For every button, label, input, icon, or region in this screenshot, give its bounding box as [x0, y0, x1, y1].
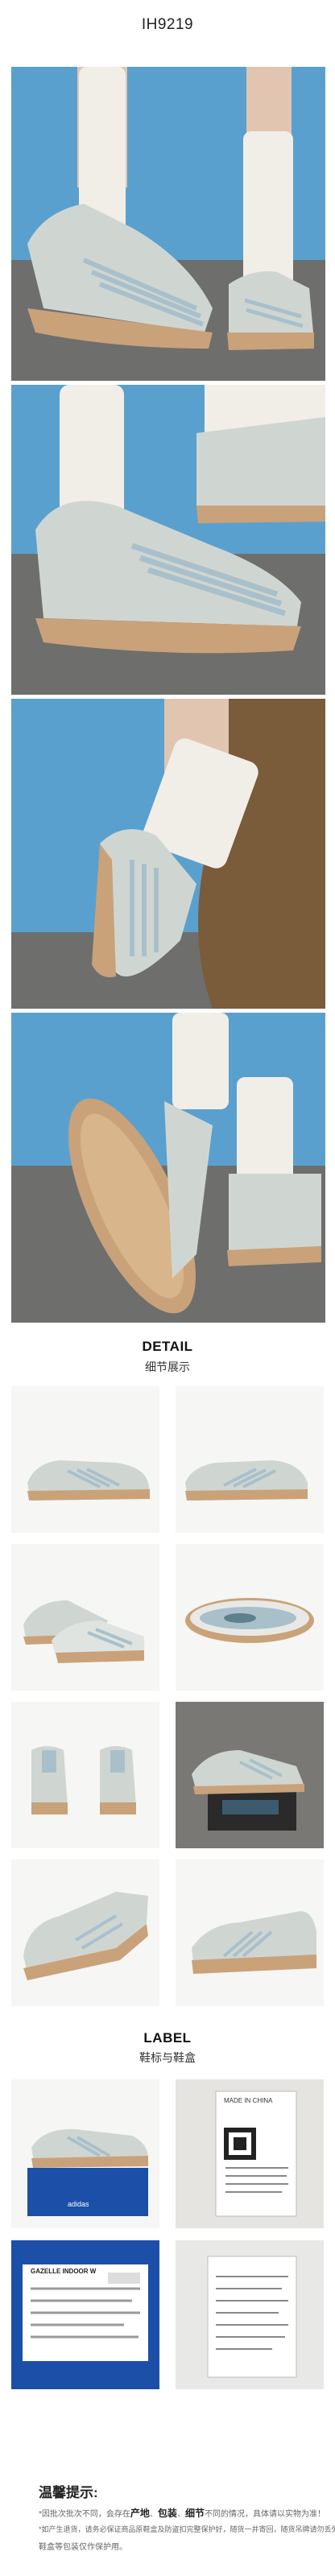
label-image-box-label: GAZELLE INDOOR W — [11, 2240, 159, 2389]
label-image-box-top: adidas — [11, 2079, 159, 2228]
product-photo-1 — [11, 67, 325, 381]
label-image-tongue-tag: MADE IN CHINA — [176, 2079, 324, 2228]
detail-image-side-left — [11, 1386, 159, 1533]
tips-keyword-detail: 细节 — [184, 2508, 205, 2519]
product-photo-4 — [11, 1013, 325, 1323]
tips-keyword-package: 包装 — [157, 2508, 177, 2519]
box-brand-text: adidas — [68, 2200, 89, 2208]
product-photo-2 — [11, 385, 325, 695]
detail-image-profile — [176, 1860, 324, 2006]
label-image-inner-tag — [176, 2240, 324, 2389]
detail-image-side-right — [176, 1386, 324, 1533]
box-model-text: GAZELLE INDOOR W — [31, 2268, 97, 2275]
detail-image-heels — [11, 1702, 159, 1848]
product-photo-3 — [11, 699, 325, 1009]
tag-made-in: MADE IN CHINA — [224, 2097, 273, 2104]
label-section-subtitle: 鞋标与鞋盒 — [139, 2051, 196, 2064]
tips-title: 温馨提示: — [39, 2485, 98, 2500]
label-section-title: LABEL — [143, 2030, 192, 2046]
tips-sep-2: 、 — [176, 2510, 185, 2519]
detail-section-subtitle: 细节展示 — [145, 1360, 190, 1373]
tips-line-2: *如产生退货，请务必保证商品原鞋盒及防盗扣完整保护好，随货一并寄回，随货吊牌请勿… — [39, 2525, 335, 2533]
tips-line-1-prefix: *因批次批次不同，会存在 — [39, 2510, 130, 2519]
detail-image-top-view — [11, 1860, 159, 2006]
tips-keyword-origin: 产地 — [130, 2508, 150, 2519]
detail-section-title: DETAIL — [142, 1339, 193, 1354]
tips-sep-1: 、 — [149, 2510, 158, 2519]
detail-image-pair — [11, 1544, 159, 1690]
detail-image-insole — [176, 1544, 324, 1690]
tips-line-1-suffix: 不同的情况，具体请以实物为准！ — [204, 2510, 325, 2519]
tips-line-1: *因批次批次不同，会存在产地、包装、细节不同的情况，具体请以实物为准！ — [39, 2506, 325, 2520]
tips-line-3: 鞋盒等包装仅作保护用。 — [39, 2543, 127, 2552]
product-code: IH9219 — [141, 16, 194, 33]
detail-image-scale — [176, 1702, 324, 1848]
